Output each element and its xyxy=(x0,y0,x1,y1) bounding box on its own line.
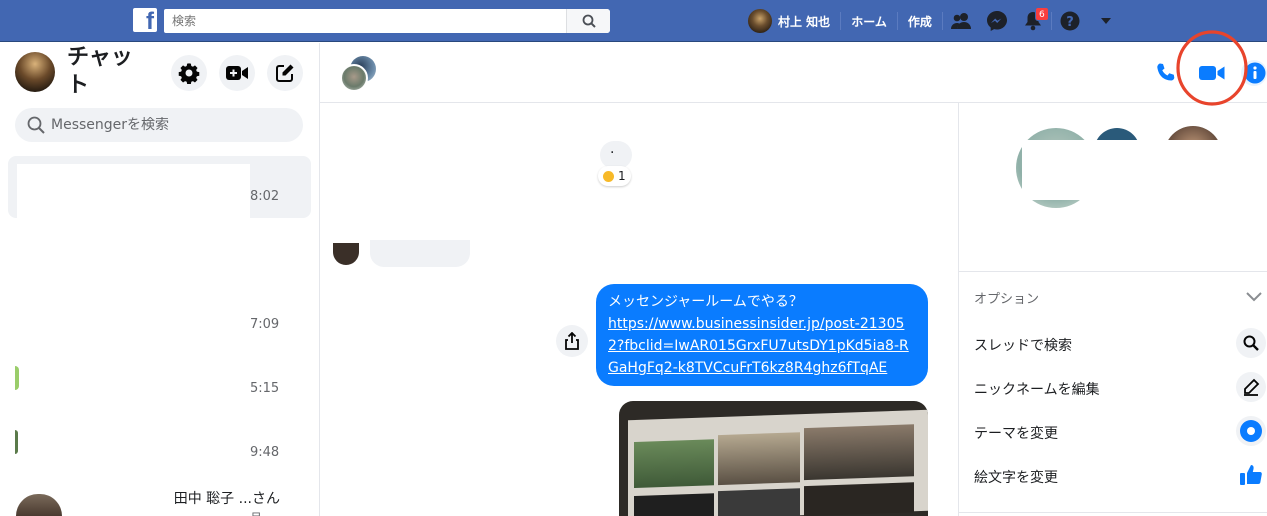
messenger-search-input[interactable] xyxy=(51,117,281,133)
notifications-button[interactable]: 6 xyxy=(1015,6,1051,36)
list-item[interactable]: 田中 聡子 ...さん 月 xyxy=(75,488,290,516)
share-icon xyxy=(565,332,579,350)
conversation-time: 8:02 xyxy=(250,189,280,204)
facebook-search-input[interactable] xyxy=(164,9,564,33)
conversation-time: 9:48 xyxy=(250,445,280,460)
avatar xyxy=(15,366,19,390)
avatar xyxy=(15,430,18,454)
account-menu-button[interactable] xyxy=(1088,6,1124,36)
new-message-button[interactable] xyxy=(267,55,303,91)
compose-icon xyxy=(276,64,294,82)
friend-requests-button[interactable] xyxy=(943,6,979,36)
facebook-search-button[interactable] xyxy=(566,9,610,33)
shared-photo[interactable] xyxy=(619,401,928,516)
annotation-circle xyxy=(1176,30,1248,106)
messenger-icon xyxy=(986,11,1007,31)
facebook-logo[interactable]: f xyxy=(133,8,157,32)
divider xyxy=(958,271,1267,272)
options-heading[interactable]: オプション xyxy=(974,288,1039,307)
edit-nickname-button[interactable] xyxy=(1236,372,1266,402)
new-room-button[interactable] xyxy=(219,55,255,91)
search-icon xyxy=(27,116,45,134)
change-emoji-option[interactable]: 絵文字を変更 xyxy=(974,467,1058,487)
facebook-top-bar: f 村上 知也 ホーム 作成 6 ? xyxy=(0,0,1267,42)
message-link[interactable]: https://www.businessinsider.jp/post-2130… xyxy=(608,313,916,379)
messenger-button[interactable] xyxy=(979,6,1015,36)
change-theme-button[interactable] xyxy=(1236,416,1266,446)
redacted-area xyxy=(1022,140,1222,200)
messenger-search-box xyxy=(15,108,303,142)
outgoing-message: メッセンジャールームでやる？ https://www.businessinsid… xyxy=(596,284,928,386)
gear-icon xyxy=(178,63,200,84)
profile-link[interactable]: 村上 知也 xyxy=(748,9,840,33)
video-plus-icon xyxy=(226,66,248,80)
thumbs-up-icon xyxy=(1240,465,1262,485)
reaction-count: 1 xyxy=(618,169,626,183)
conversation-time: 7:09 xyxy=(250,317,280,332)
message-bubble: . xyxy=(600,141,632,169)
pencil-icon xyxy=(1244,378,1260,396)
settings-button[interactable] xyxy=(171,55,207,91)
message-text: メッセンジャールームでやる？ xyxy=(608,294,803,310)
divider xyxy=(958,512,1267,513)
reaction-badge[interactable]: 1 xyxy=(598,166,631,186)
avatar xyxy=(748,9,772,33)
search-icon xyxy=(582,14,596,28)
facebook-nav: 村上 知也 ホーム 作成 6 ? xyxy=(748,6,1124,36)
facebook-search-box xyxy=(164,9,610,33)
conversation-time: 月 xyxy=(250,509,262,516)
page-title: チャット xyxy=(67,45,133,98)
change-emoji-button[interactable] xyxy=(1236,460,1266,490)
help-button[interactable]: ? xyxy=(1052,6,1088,36)
caret-down-icon xyxy=(1100,18,1111,24)
conversation-time: 5:15 xyxy=(250,381,280,396)
chevron-down-icon[interactable] xyxy=(1246,292,1262,302)
screen-image xyxy=(628,409,928,516)
share-button[interactable] xyxy=(556,325,588,357)
home-link[interactable]: ホーム xyxy=(841,13,897,30)
avatar[interactable] xyxy=(15,52,55,92)
search-icon xyxy=(1243,335,1259,351)
search-in-thread-button[interactable] xyxy=(1236,328,1266,358)
redacted-area xyxy=(17,164,250,220)
svg-text:?: ? xyxy=(1066,15,1074,30)
friends-icon xyxy=(950,13,971,29)
theme-icon xyxy=(1240,420,1262,442)
create-link[interactable]: 作成 xyxy=(898,13,942,30)
conversation-name: 田中 聡子 ...さん xyxy=(173,491,280,507)
user-name: 村上 知也 xyxy=(778,14,831,29)
search-in-thread-option[interactable]: スレッドで検索 xyxy=(974,335,1072,355)
edit-nickname-option[interactable]: ニックネームを編集 xyxy=(974,379,1100,399)
help-icon: ? xyxy=(1060,11,1080,31)
emoji-reaction-icon xyxy=(603,170,614,182)
message-bubble xyxy=(370,240,470,267)
notification-badge: 6 xyxy=(1034,7,1049,21)
change-theme-option[interactable]: テーマを変更 xyxy=(974,423,1058,443)
